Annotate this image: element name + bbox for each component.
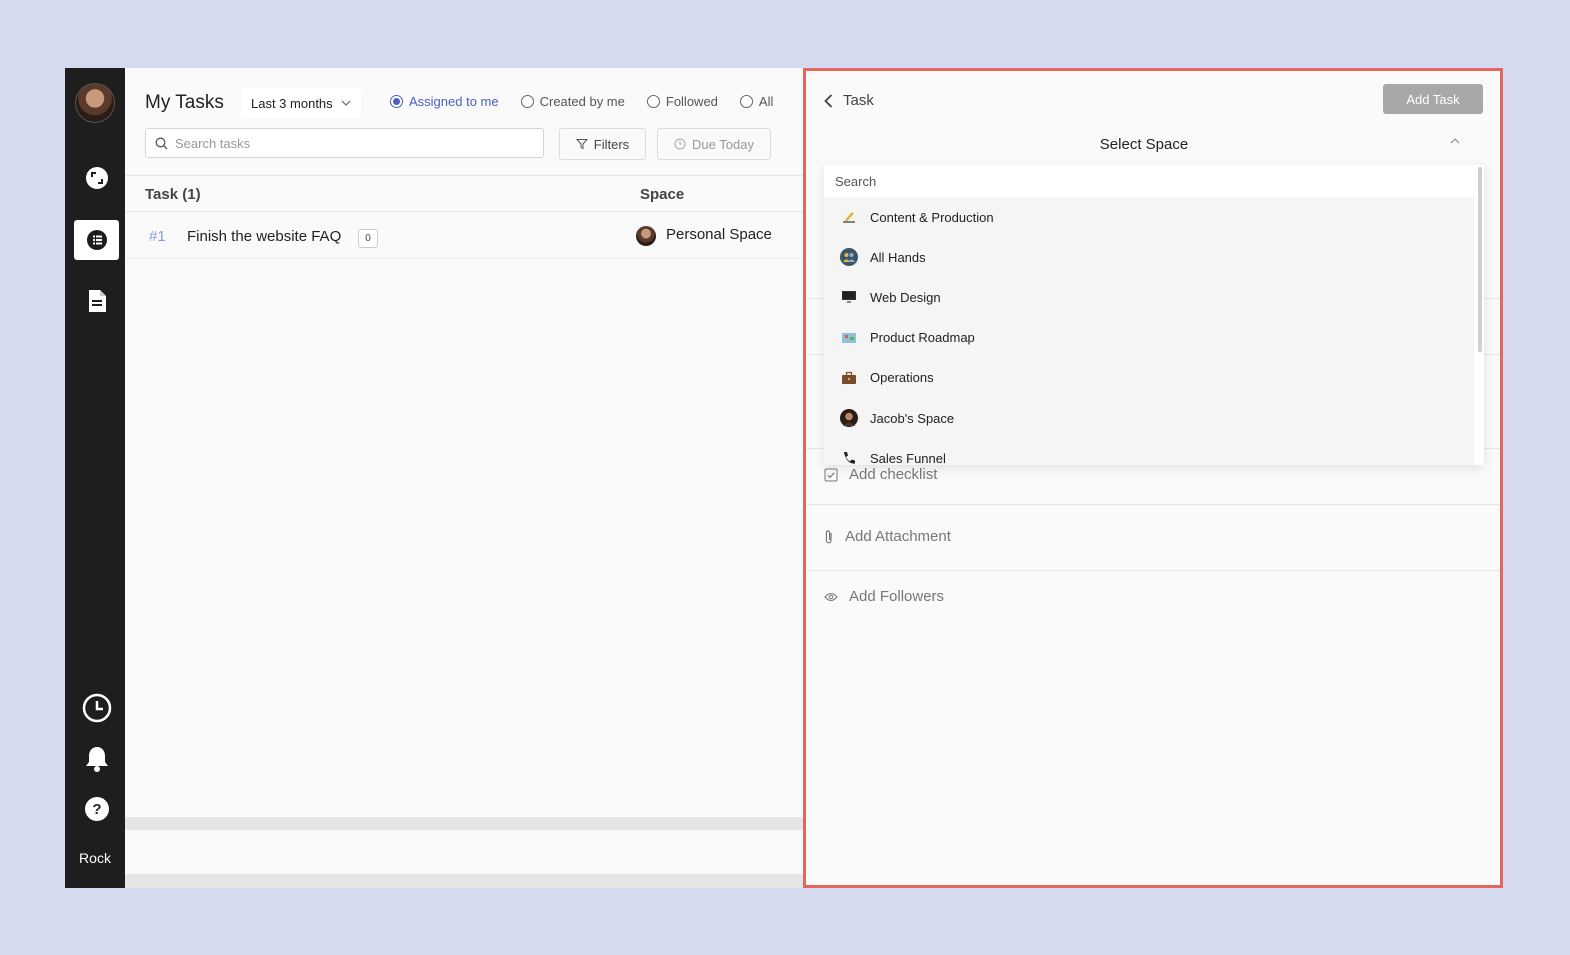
column-space[interactable]: Space (640, 186, 684, 203)
add-attachment-button[interactable]: Add Attachment (824, 528, 951, 545)
eye-icon (824, 592, 838, 601)
writing-hand-icon (840, 208, 858, 226)
space-option-label: Content & Production (870, 209, 994, 225)
due-today-button[interactable]: Due Today (657, 128, 771, 160)
select-space-dropdown[interactable]: Select Space (824, 125, 1484, 165)
radio-dot (390, 95, 403, 108)
date-range-select[interactable]: Last 3 months (241, 88, 361, 118)
avatar-icon (840, 409, 858, 428)
chevron-up-icon (1450, 138, 1460, 144)
checkbox-icon (824, 468, 838, 481)
task-space-name: Personal Space (666, 226, 772, 243)
radio-dot (646, 95, 660, 108)
space-option[interactable]: Product Roadmap (824, 318, 1474, 358)
filter-funnel-icon (575, 139, 588, 150)
space-dropdown-menu: Search Content & Production All Hands We… (824, 165, 1484, 465)
space-option-label: Web Design (870, 289, 941, 305)
notifications-bell-icon[interactable] (74, 739, 119, 779)
space-avatar (636, 226, 656, 246)
people-icon (840, 248, 858, 267)
add-checklist-label: Add checklist (849, 466, 938, 483)
map-icon (840, 329, 858, 347)
task-filter-radios: Assigned to me Created by me Followed Al… (390, 94, 773, 109)
space-search-placeholder: Search (835, 173, 877, 189)
help-icon[interactable]: ? (74, 789, 119, 829)
radio-dot (739, 95, 753, 108)
radio-label: Followed (665, 94, 718, 109)
svg-text:?: ? (92, 801, 101, 818)
radio-label: All (758, 94, 774, 109)
filters-label: Filters (593, 136, 630, 152)
space-options-list: Content & Production All Hands Web Desig… (824, 197, 1474, 465)
radio-assigned-to-me[interactable]: Assigned to me (390, 94, 499, 109)
search-tasks-input[interactable]: Search tasks (145, 128, 544, 158)
history-clock-icon[interactable] (74, 688, 119, 728)
space-option[interactable]: Content & Production (824, 197, 1474, 237)
space-option-label: Jacob's Space (870, 410, 955, 426)
paperclip-icon (825, 529, 832, 543)
space-option[interactable]: Web Design (824, 277, 1474, 317)
filters-button[interactable]: Filters (559, 128, 646, 160)
back-button[interactable]: Task (824, 92, 874, 109)
task-name[interactable]: Finish the website FAQ (187, 228, 341, 245)
chevron-down-icon (341, 100, 351, 106)
comment-count-badge: 0 (358, 229, 378, 248)
add-followers-button[interactable]: Add Followers (824, 588, 944, 605)
search-placeholder: Search tasks (175, 135, 251, 151)
space-option-label: All Hands (870, 249, 926, 265)
due-today-label: Due Today (692, 136, 754, 152)
radio-label: Assigned to me (409, 94, 499, 109)
radio-dot (520, 95, 534, 108)
user-avatar[interactable] (75, 83, 115, 123)
tasks-list-icon[interactable] (74, 220, 119, 260)
column-task[interactable]: Task (1) (145, 186, 201, 203)
add-task-button[interactable]: Add Task (1383, 84, 1483, 114)
back-label: Task (843, 92, 874, 109)
space-option[interactable]: Jacob's Space (824, 398, 1474, 438)
attachment-section: Add Attachment (806, 505, 1500, 571)
app-window: ? Rock My Tasks Last 3 months Assigned t… (65, 68, 1503, 888)
horizontal-scrollbar-bottom[interactable] (125, 874, 803, 888)
chat-icon[interactable] (74, 158, 119, 198)
sidebar: ? Rock (65, 68, 125, 888)
horizontal-scrollbar[interactable] (125, 817, 803, 830)
phone-icon (840, 449, 858, 465)
notes-document-icon[interactable] (74, 281, 119, 321)
space-option-label: Product Roadmap (870, 330, 975, 346)
space-option-label: Sales Funnel (870, 450, 946, 465)
radio-followed[interactable]: Followed (646, 94, 718, 109)
table-row[interactable]: #1 Finish the website FAQ 0 Personal Spa… (125, 213, 803, 259)
task-list-area: My Tasks Last 3 months Assigned to me Cr… (125, 68, 803, 888)
table-header: Task (1) Space (125, 175, 803, 212)
space-search-input[interactable]: Search (824, 165, 1474, 197)
new-task-panel: Task Add Task Add checklist Add Attachme… (803, 68, 1503, 888)
task-number: #1 (149, 228, 166, 245)
search-icon (155, 137, 168, 149)
dropdown-scrollbar[interactable] (1478, 167, 1482, 352)
space-option[interactable]: Operations (824, 358, 1474, 398)
radio-all[interactable]: All (739, 94, 774, 109)
clock-icon (674, 138, 686, 150)
page-title: My Tasks (145, 92, 224, 113)
add-followers-label: Add Followers (849, 588, 945, 605)
monitor-icon (840, 288, 858, 306)
chevron-left-icon (824, 93, 833, 108)
add-checklist-button[interactable]: Add checklist (824, 466, 937, 483)
add-attachment-label: Add Attachment (845, 528, 951, 545)
app-name: Rock (79, 850, 111, 866)
space-option[interactable]: Sales Funnel (824, 438, 1474, 465)
briefcase-icon (840, 369, 858, 387)
select-space-title: Select Space (1099, 136, 1189, 153)
radio-label: Created by me (539, 94, 625, 109)
date-range-value: Last 3 months (251, 95, 333, 111)
radio-created-by-me[interactable]: Created by me (520, 94, 625, 109)
space-option-label: Operations (870, 370, 934, 386)
space-option[interactable]: All Hands (824, 237, 1474, 277)
